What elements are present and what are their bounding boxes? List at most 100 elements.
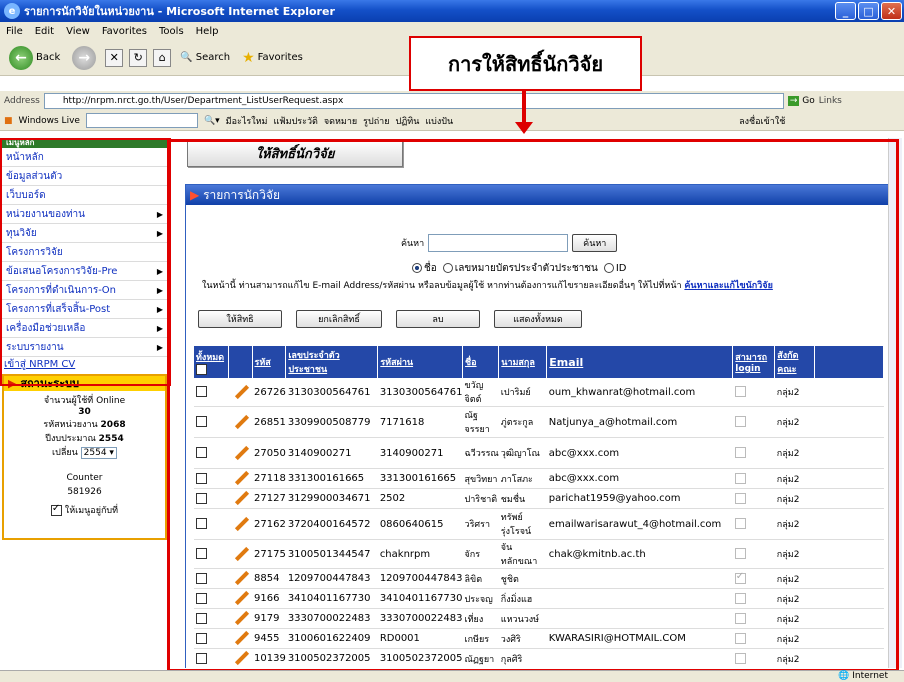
- col-select-all[interactable]: ทั้งหมด: [194, 346, 229, 378]
- cell-edit[interactable]: [228, 508, 252, 540]
- cell-edit[interactable]: [228, 648, 252, 668]
- menu-file[interactable]: File: [6, 26, 23, 37]
- cell-select[interactable]: [194, 468, 228, 489]
- link-profile[interactable]: แฟ้มประวัติ: [273, 114, 317, 128]
- signin-link[interactable]: ลงชื่อเข้าใช้: [739, 114, 785, 128]
- cell-select[interactable]: [194, 568, 228, 589]
- row-checkbox[interactable]: [196, 572, 207, 584]
- back-button[interactable]: ← Back: [6, 44, 63, 72]
- cell-edit[interactable]: [228, 488, 252, 509]
- col-id[interactable]: รหัส: [252, 346, 287, 378]
- sidebar-item-7[interactable]: โครงการที่ดำเนินการ-On ▶: [0, 281, 169, 300]
- link-photos[interactable]: รูปถ่าย: [363, 114, 389, 128]
- menu-help[interactable]: Help: [196, 26, 219, 37]
- home-icon[interactable]: ⌂: [153, 48, 172, 67]
- cell-select[interactable]: [194, 488, 228, 509]
- edit-pencil-icon[interactable]: [234, 546, 250, 561]
- stop-icon[interactable]: ✕: [105, 48, 124, 67]
- row-checkbox[interactable]: [196, 592, 207, 604]
- can-login-checkbox[interactable]: [734, 386, 746, 398]
- cell-edit[interactable]: [228, 437, 252, 469]
- col-affiliation[interactable]: สังกัดคณะ: [774, 346, 816, 378]
- sidebar-item-6[interactable]: ข้อเสนอโครงการวิจัย-Pre ▶: [0, 262, 169, 281]
- can-login-checkbox[interactable]: [734, 612, 746, 624]
- minimize-button[interactable]: _: [835, 2, 856, 20]
- vertical-scrollbar[interactable]: [888, 138, 902, 668]
- edit-pencil-icon[interactable]: [234, 384, 250, 399]
- cell-edit[interactable]: [228, 588, 252, 609]
- edit-pencil-icon[interactable]: [234, 570, 250, 586]
- sidebar-item-4[interactable]: ทุนวิจัย ▶: [0, 224, 169, 243]
- maximize-button[interactable]: □: [858, 2, 879, 20]
- grant-researcher-tab[interactable]: ให้สิทธิ์นักวิจัย: [187, 140, 403, 167]
- radio-name[interactable]: ชื่อ: [412, 261, 437, 276]
- can-login-checkbox[interactable]: [734, 472, 746, 484]
- links-button[interactable]: Links: [819, 96, 842, 106]
- cell-edit[interactable]: [228, 608, 252, 629]
- search-button[interactable]: 🔍 Search: [177, 50, 233, 65]
- col-email[interactable]: Email: [546, 346, 734, 378]
- search-button[interactable]: ค้นหา: [572, 234, 618, 252]
- windows-live-label[interactable]: Windows Live: [19, 116, 80, 126]
- search-edit-researcher-link[interactable]: ค้นหาและแก้ไขนักวิจัย: [684, 281, 772, 291]
- menu-view[interactable]: View: [66, 26, 90, 37]
- close-button[interactable]: ✕: [881, 2, 902, 20]
- cell-edit[interactable]: [228, 568, 252, 589]
- col-last-name[interactable]: นามสกุล: [498, 346, 548, 378]
- menu-tools[interactable]: Tools: [159, 26, 184, 37]
- nrpm-cv-link[interactable]: เข้าสู่ NRPM CV: [0, 357, 169, 372]
- cell-select[interactable]: [194, 437, 228, 469]
- cell-edit[interactable]: [228, 539, 252, 569]
- cell-select[interactable]: [194, 378, 228, 407]
- cell-edit[interactable]: [228, 468, 252, 489]
- edit-pencil-icon[interactable]: [234, 650, 250, 666]
- edit-pencil-icon[interactable]: [234, 414, 250, 429]
- edit-pencil-icon[interactable]: [234, 630, 250, 646]
- row-checkbox[interactable]: [196, 472, 207, 484]
- forward-button[interactable]: →: [69, 44, 99, 72]
- cell-select[interactable]: [194, 648, 228, 668]
- menu-favorites[interactable]: Favorites: [102, 26, 147, 37]
- favorites-button[interactable]: ★ Favorites: [239, 48, 306, 68]
- pin-menu-checkbox[interactable]: ✓: [50, 503, 62, 516]
- year-select[interactable]: 2554 ▾: [80, 447, 117, 459]
- sidebar-item-0[interactable]: หน้าหลัก: [0, 148, 169, 167]
- link-calendar[interactable]: ปฏิทิน: [396, 114, 420, 128]
- cell-edit[interactable]: [228, 378, 252, 407]
- cell-edit[interactable]: [228, 628, 252, 649]
- go-button[interactable]: → Go: [787, 96, 815, 106]
- radio-id[interactable]: ID: [603, 263, 627, 274]
- row-checkbox[interactable]: [196, 386, 207, 398]
- can-login-checkbox[interactable]: [734, 447, 746, 459]
- row-checkbox[interactable]: [196, 612, 207, 624]
- address-input[interactable]: http://nrpm.nrct.go.th/User/Department_L…: [43, 93, 784, 109]
- pin-menu-row[interactable]: ✓ ให้เมนูอยู่กับที่: [4, 503, 165, 517]
- can-login-checkbox[interactable]: [734, 492, 746, 504]
- select-all-checkbox[interactable]: [196, 363, 207, 375]
- edit-pencil-icon[interactable]: [234, 590, 250, 606]
- sidebar-item-1[interactable]: ข้อมูลส่วนตัว: [0, 167, 169, 186]
- refresh-icon[interactable]: ↻: [129, 48, 148, 67]
- sidebar-item-8[interactable]: โครงการที่เสร็จสิ้น-Post ▶: [0, 300, 169, 319]
- edit-pencil-icon[interactable]: [234, 610, 250, 626]
- col-citizen-id[interactable]: เลขประจำตัวประชาชน: [285, 346, 379, 378]
- link-share[interactable]: แบ่งปัน: [425, 114, 453, 128]
- can-login-checkbox[interactable]: [734, 632, 746, 644]
- row-checkbox[interactable]: [196, 652, 207, 664]
- cell-select[interactable]: [194, 406, 228, 438]
- can-login-checkbox[interactable]: [734, 518, 746, 530]
- row-checkbox[interactable]: [196, 632, 207, 644]
- show-all-button[interactable]: แสดงทั้งหมด: [494, 310, 582, 328]
- revoke-button[interactable]: ยกเลิกสิทธิ์: [296, 310, 382, 328]
- cell-select[interactable]: [194, 508, 228, 540]
- sidebar-item-2[interactable]: เว็บบอร์ด: [0, 186, 169, 205]
- search-input[interactable]: [428, 234, 569, 252]
- row-checkbox[interactable]: [196, 492, 207, 504]
- grant-button[interactable]: ให้สิทธิ: [198, 310, 282, 328]
- cell-edit[interactable]: [228, 406, 252, 438]
- col-first-name[interactable]: ชื่อ: [462, 346, 500, 378]
- row-checkbox[interactable]: [196, 548, 207, 560]
- menu-edit[interactable]: Edit: [35, 26, 54, 37]
- can-login-checkbox[interactable]: [734, 592, 746, 604]
- windows-live-search-input[interactable]: [85, 113, 198, 128]
